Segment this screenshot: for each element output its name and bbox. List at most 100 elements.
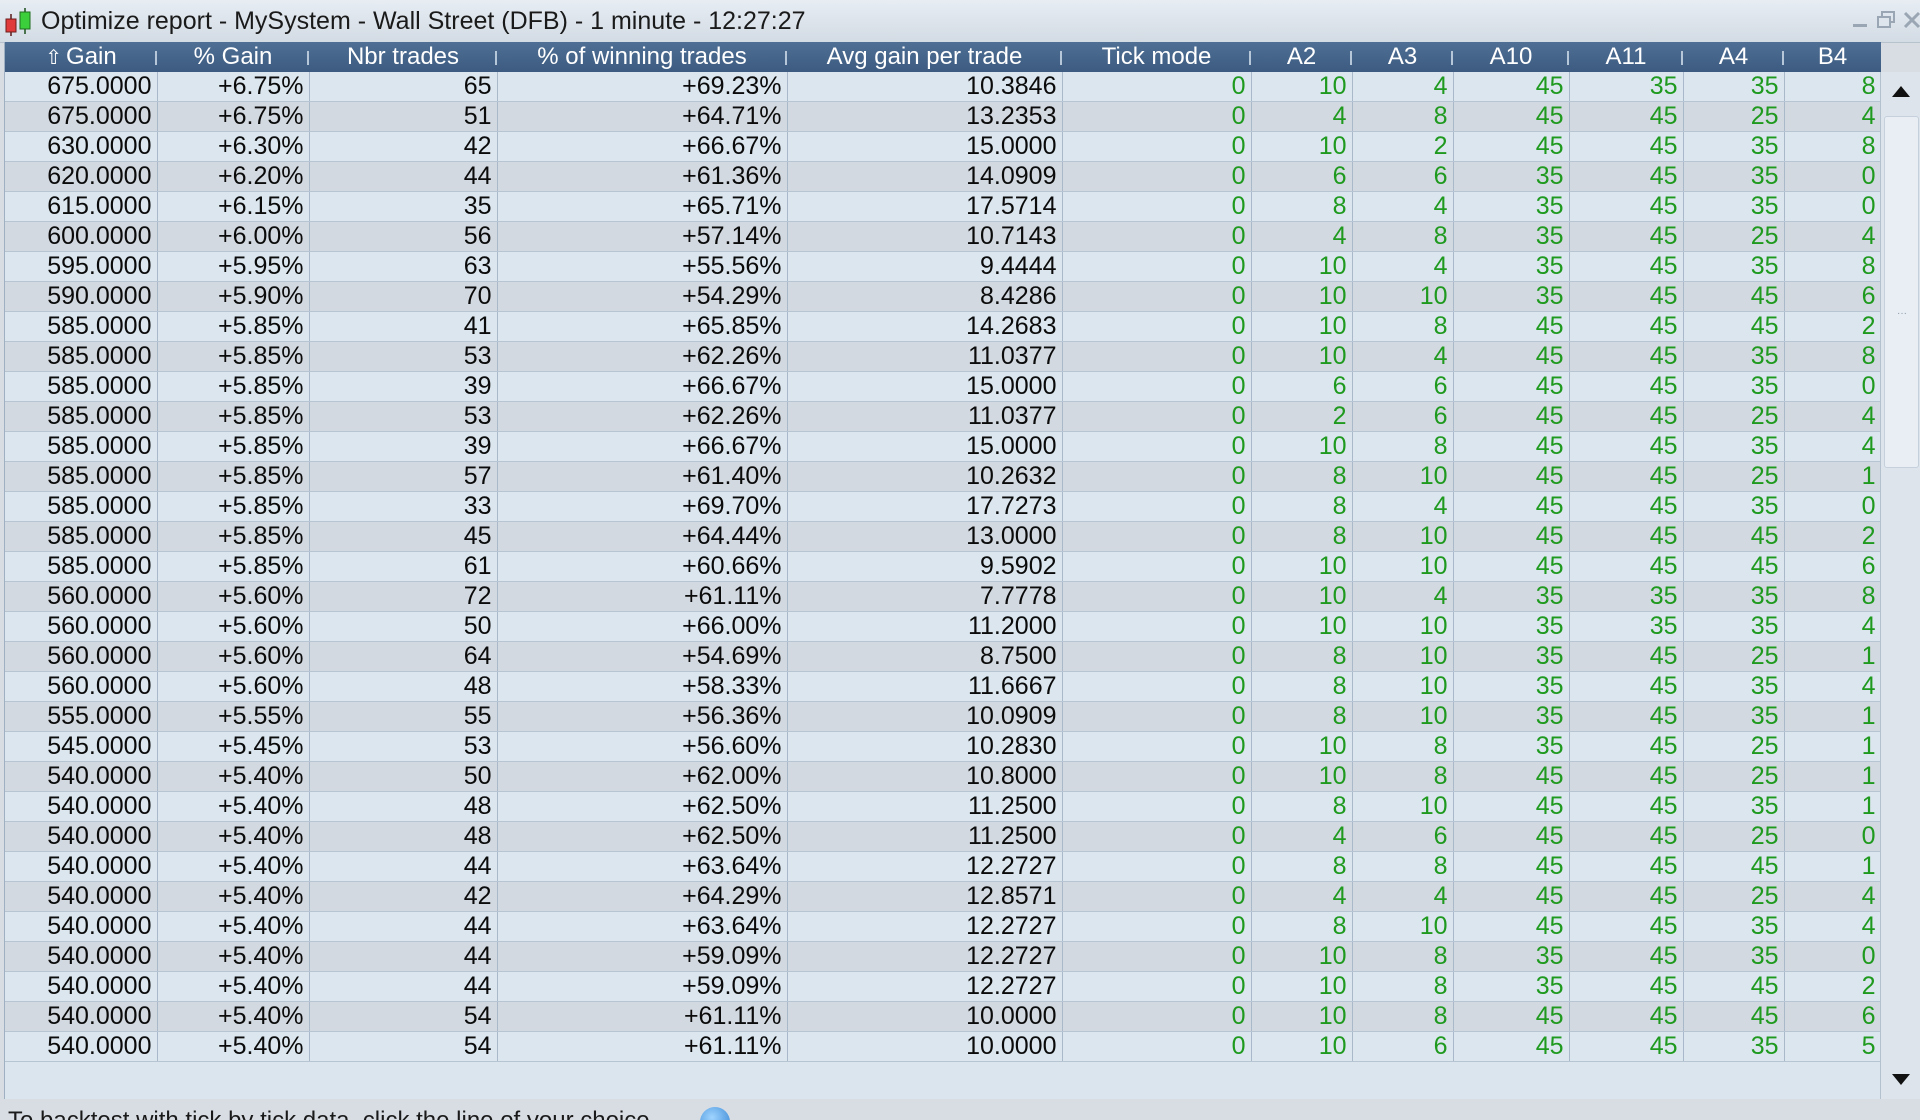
column-header-avg-gain-per-trade[interactable]: Avg gain per trade [787,42,1062,72]
table-cell: 0 [1062,671,1252,702]
table-row[interactable]: 585.0000 +5.85% 57 +61.40% 10.2632 0 8 10 45 45 25… [5,461,1881,492]
table-row[interactable]: 620.0000 +6.20% 44 +61.36% 14.0909 0 6 6 35 45 35 0 [5,161,1881,192]
table-cell: 35 [1683,941,1785,972]
table-cell: 585.0000 [5,311,158,342]
table-row[interactable]: 585.0000 +5.85% 53 +62.26% 11.0377 0 10 4 45 45 35… [5,341,1881,372]
column-header-gain[interactable]: % Gain [157,42,309,72]
table-row[interactable]: 540.0000 +5.40% 42 +64.29% 12.8571 0 4 4 45 45 25 4 [5,881,1881,912]
table-row[interactable]: 540.0000 +5.40% 48 +62.50% 11.2500 0 8 10 45 45 35… [5,791,1881,822]
table-cell: 8 [1352,761,1454,792]
table-cell: 45 [1453,401,1570,432]
table-cell: 50 [309,611,498,642]
column-header-a11[interactable]: A11 [1569,42,1683,72]
table-cell: 35 [1683,671,1785,702]
table-cell: 0 [1062,881,1252,912]
table-row[interactable]: 540.0000 +5.40% 44 +63.64% 12.2727 0 8 10 45 45 35… [5,911,1881,942]
table-row[interactable]: 540.0000 +5.40% 44 +59.09% 12.2727 0 10 8 35 45 45… [5,971,1881,1002]
table-row[interactable]: 540.0000 +5.40% 44 +63.64% 12.2727 0 8 8 45 45 45 1 [5,851,1881,882]
table-cell: 45 [1453,491,1570,522]
column-header-tick-mode[interactable]: Tick mode [1062,42,1251,72]
table-row[interactable]: 590.0000 +5.90% 70 +54.29% 8.4286 0 10 10 35 45 45… [5,281,1881,312]
table-cell: 45 [1569,761,1684,792]
scroll-thumb[interactable]: ··· [1884,116,1919,468]
close-button[interactable] [1902,10,1920,30]
table-row[interactable]: 560.0000 +5.60% 72 +61.11% 7.7778 0 10 4 35 35 35 8 [5,581,1881,612]
table-row[interactable]: 560.0000 +5.60% 48 +58.33% 11.6667 0 8 10 35 45 35… [5,671,1881,702]
table-row[interactable]: 585.0000 +5.85% 53 +62.26% 11.0377 0 2 6 45 45 25 4 [5,401,1881,432]
table-row[interactable]: 595.0000 +5.95% 63 +55.56% 9.4444 0 10 4 35 45 35 8 [5,251,1881,282]
table-row[interactable]: 585.0000 +5.85% 61 +60.66% 9.5902 0 10 10 45 45 45… [5,551,1881,582]
table-cell: 4 [1784,911,1881,942]
scroll-down-button[interactable] [1881,1059,1920,1099]
table-cell: 45 [1569,941,1684,972]
table-row[interactable]: 675.0000 +6.75% 65 +69.23% 10.3846 0 10 4 45 35 35… [5,72,1881,102]
table-cell: +5.85% [157,401,310,432]
table-row[interactable]: 540.0000 +5.40% 48 +62.50% 11.2500 0 4 6 45 45 25 0 [5,821,1881,852]
column-header-of-winning-trades[interactable]: % of winning trades [497,42,787,72]
table-cell: +62.26% [497,341,788,372]
table-cell: 56 [309,221,498,252]
table-row[interactable]: 585.0000 +5.85% 33 +69.70% 17.7273 0 8 4 45 45 35 0 [5,491,1881,522]
table-row[interactable]: 540.0000 +5.40% 54 +61.11% 10.0000 0 10 6 45 45 35… [5,1031,1881,1062]
vertical-scrollbar[interactable]: ··· [1880,72,1920,1099]
table-cell: 0 [1062,72,1252,102]
table-cell: 8 [1251,461,1353,492]
scroll-up-button[interactable] [1881,72,1920,112]
table-cell: 560.0000 [5,671,158,702]
column-header-a3[interactable]: A3 [1352,42,1453,72]
table-cell: 10.2830 [787,731,1063,762]
table-row[interactable]: 585.0000 +5.85% 39 +66.67% 15.0000 0 6 6 45 45 35 0 [5,371,1881,402]
table-cell: 10 [1251,431,1353,462]
table-cell: 45 [1569,281,1684,312]
table-cell: 6 [1352,371,1454,402]
restore-button[interactable] [1876,10,1896,30]
minimize-button[interactable] [1850,10,1870,30]
column-header-a2[interactable]: A2 [1251,42,1352,72]
column-header-a4[interactable]: A4 [1683,42,1784,72]
table-cell: +66.67% [497,431,788,462]
table-cell: 0 [1062,371,1252,402]
table-cell: 0 [1062,941,1252,972]
table-row[interactable]: 560.0000 +5.60% 64 +54.69% 8.7500 0 8 10 35 45 25 1 [5,641,1881,672]
table-cell: 35 [1683,1031,1785,1062]
table-row[interactable]: 560.0000 +5.60% 50 +66.00% 11.2000 0 10 10 35 35 3… [5,611,1881,642]
optimization-results-table: ⇧ Gain % Gain Nbr trades % of winning trades… [4,42,1881,1099]
column-header-label: Tick mode [1101,43,1212,70]
table-row[interactable]: 555.0000 +5.55% 55 +56.36% 10.0909 0 8 10 35 45 35… [5,701,1881,732]
table-row[interactable]: 615.0000 +6.15% 35 +65.71% 17.5714 0 8 4 35 45 35 0 [5,191,1881,222]
info-bubble-icon[interactable] [700,1107,730,1120]
table-row[interactable]: 540.0000 +5.40% 44 +59.09% 12.2727 0 10 8 35 45 35… [5,941,1881,972]
table-cell: +5.85% [157,461,310,492]
table-cell: 10 [1251,341,1353,372]
column-header-b4[interactable]: B4 [1784,42,1881,72]
table-cell: 8 [1352,101,1454,132]
table-row[interactable]: 540.0000 +5.40% 54 +61.11% 10.0000 0 10 8 45 45 45… [5,1001,1881,1032]
table-row[interactable]: 600.0000 +6.00% 56 +57.14% 10.7143 0 4 8 35 45 25 4 [5,221,1881,252]
table-cell: 48 [309,821,498,852]
table-cell: 42 [309,131,498,162]
table-row[interactable]: 585.0000 +5.85% 41 +65.85% 14.2683 0 10 8 45 45 45… [5,311,1881,342]
table-cell: +62.00% [497,761,788,792]
table-cell: 35 [1683,72,1785,102]
table-cell: 48 [309,671,498,702]
table-cell: 45 [1569,161,1684,192]
table-cell: 8 [1251,701,1353,732]
table-cell: 11.0377 [787,341,1063,372]
table-cell: 0 [1062,761,1252,792]
table-row[interactable]: 545.0000 +5.45% 53 +56.60% 10.2830 0 10 8 35 45 25… [5,731,1881,762]
column-header-a10[interactable]: A10 [1453,42,1569,72]
table-cell: 540.0000 [5,851,158,882]
table-row[interactable]: 540.0000 +5.40% 50 +62.00% 10.8000 0 10 8 45 45 25… [5,761,1881,792]
table-cell: 600.0000 [5,221,158,252]
table-cell: 8 [1352,221,1454,252]
table-cell: 4 [1352,72,1454,102]
column-header-nbr-trades[interactable]: Nbr trades [309,42,497,72]
table-row[interactable]: 675.0000 +6.75% 51 +64.71% 13.2353 0 4 8 45 45 25 4 [5,101,1881,132]
table-row[interactable]: 585.0000 +5.85% 39 +66.67% 15.0000 0 10 8 45 45 35… [5,431,1881,462]
table-cell: 45 [1569,251,1684,282]
table-row[interactable]: 585.0000 +5.85% 45 +64.44% 13.0000 0 8 10 45 45 45… [5,521,1881,552]
column-header-gain[interactable]: ⇧ Gain [5,42,157,72]
table-row[interactable]: 630.0000 +6.30% 42 +66.67% 15.0000 0 10 2 45 45 35… [5,131,1881,162]
table-cell: 10 [1352,701,1454,732]
table-cell: 25 [1683,221,1785,252]
